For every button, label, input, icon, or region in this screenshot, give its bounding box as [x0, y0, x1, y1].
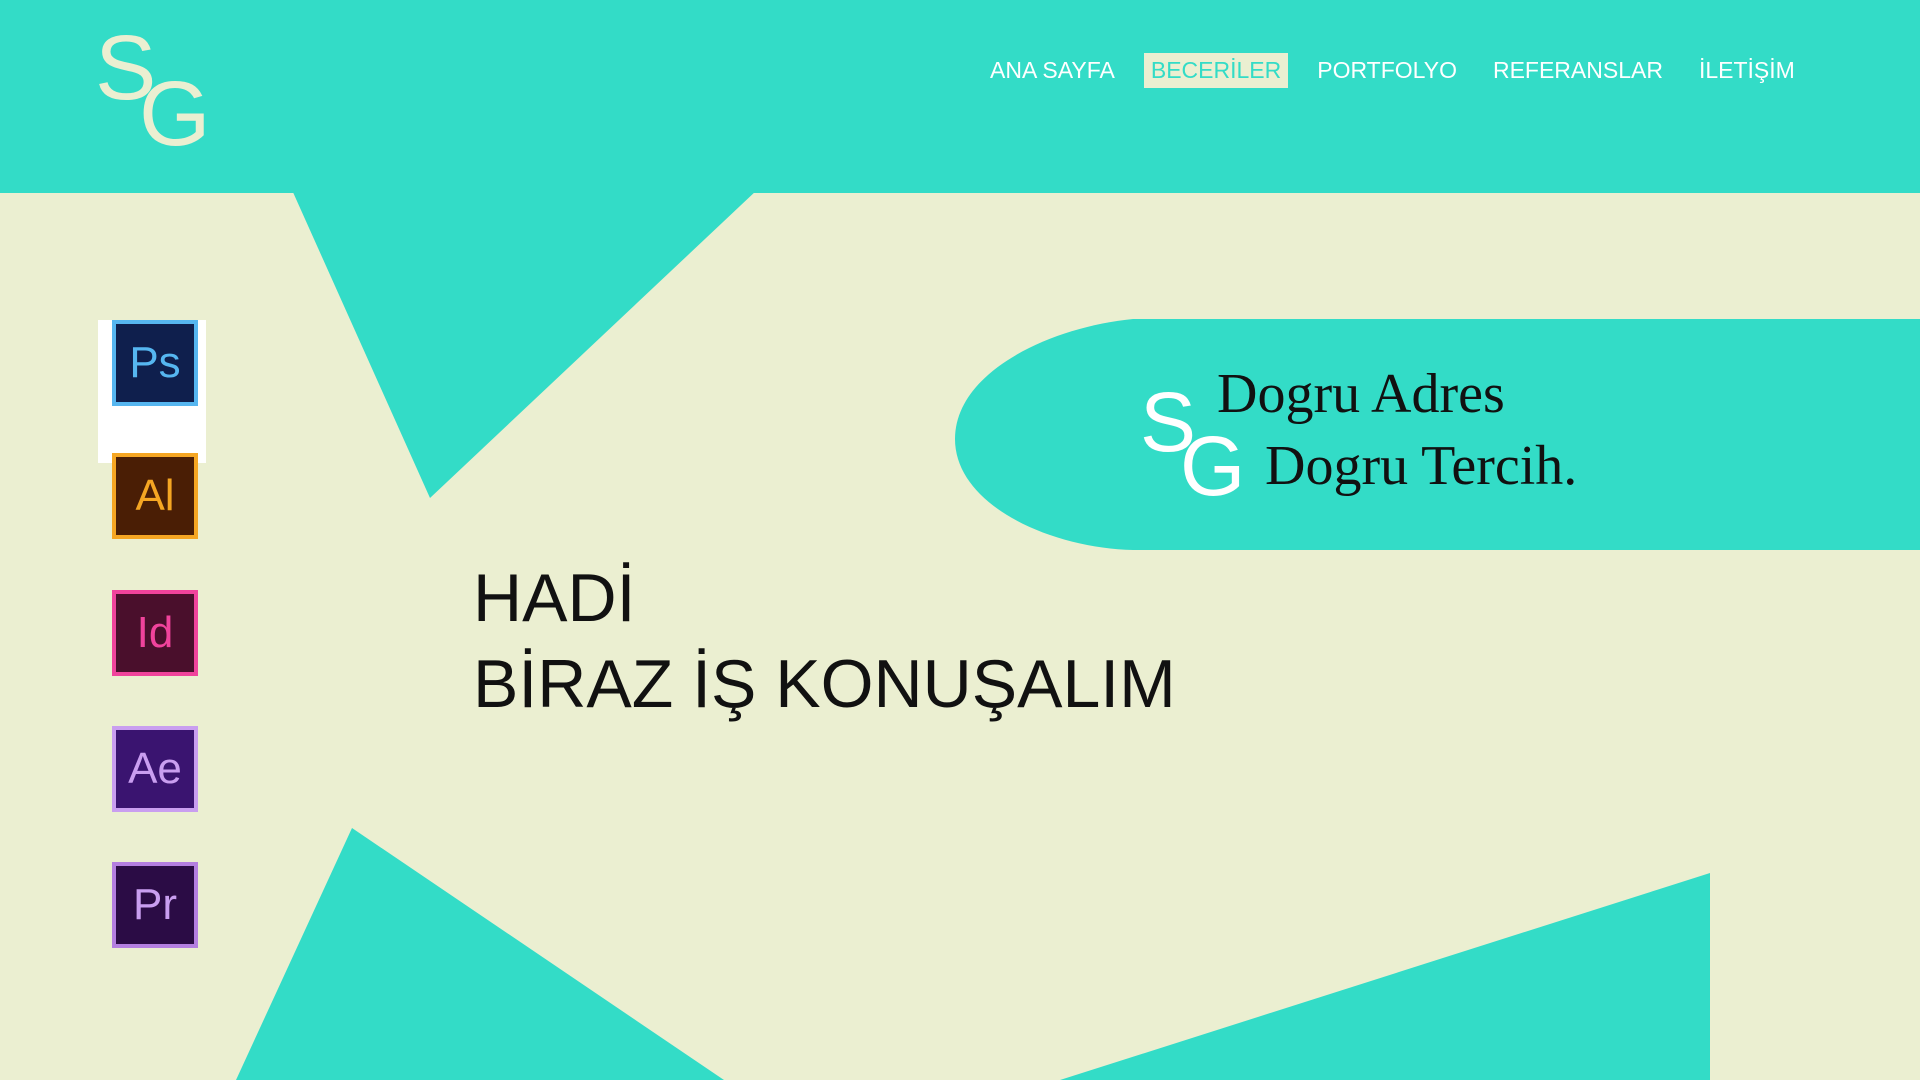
slogan-banner: S G Dogru Adres Dogru Tercih.: [955, 318, 1920, 550]
skill-label: Al: [135, 471, 175, 520]
illustrator-icon: Al: [112, 453, 198, 539]
premiere-icon: Pr: [112, 862, 198, 948]
skill-item-illustrator: Al: [98, 453, 208, 563]
nav-item-referanslar[interactable]: REFERANSLAR: [1486, 53, 1670, 88]
nav-item-portfolyo[interactable]: PORTFOLYO: [1310, 53, 1464, 88]
slogan-logo-letter-g: G: [1180, 419, 1246, 513]
bottom-right-triangle-shape: [1060, 873, 1710, 1080]
headline-line-2: BİRAZ İŞ KONUŞALIM: [473, 646, 1176, 722]
header-bar: S G ANA SAYFA BECERİLER PORTFOLYO REFERA…: [0, 0, 1920, 193]
skill-label: Ae: [128, 744, 182, 793]
nav-item-iletisim[interactable]: İLETİŞİM: [1692, 53, 1802, 88]
skill-item-after-effects: Ae: [98, 726, 208, 836]
photoshop-icon: Ps: [112, 320, 198, 406]
skill-item-photoshop: Ps: [98, 320, 208, 430]
nav-item-ana-sayfa[interactable]: ANA SAYFA: [983, 53, 1122, 88]
indesign-icon: Id: [112, 590, 198, 676]
logo-letter-g: G: [139, 63, 211, 165]
page: S G ANA SAYFA BECERİLER PORTFOLYO REFERA…: [0, 0, 1920, 1080]
top-triangle-shape: [292, 190, 757, 498]
skill-label: Pr: [133, 880, 177, 929]
slogan-line-2: Dogru Tercih.: [1265, 435, 1578, 497]
skill-item-indesign: Id: [98, 590, 208, 700]
skill-label: Id: [136, 608, 174, 657]
skill-item-premiere: Pr: [98, 862, 208, 972]
bottom-left-triangle-shape: [236, 828, 724, 1080]
skill-label: Ps: [129, 338, 181, 387]
main-nav: ANA SAYFA BECERİLER PORTFOLYO REFERANSLA…: [983, 53, 1824, 88]
headline-line-1: HADİ: [473, 560, 636, 636]
after-effects-icon: Ae: [112, 726, 198, 812]
headline: HADİ BİRAZ İŞ KONUŞALIM: [473, 555, 1176, 727]
slogan-line-1: Dogru Adres: [1217, 363, 1505, 425]
logo[interactable]: S G: [95, 22, 220, 167]
nav-item-beceriler[interactable]: BECERİLER: [1143, 53, 1289, 88]
